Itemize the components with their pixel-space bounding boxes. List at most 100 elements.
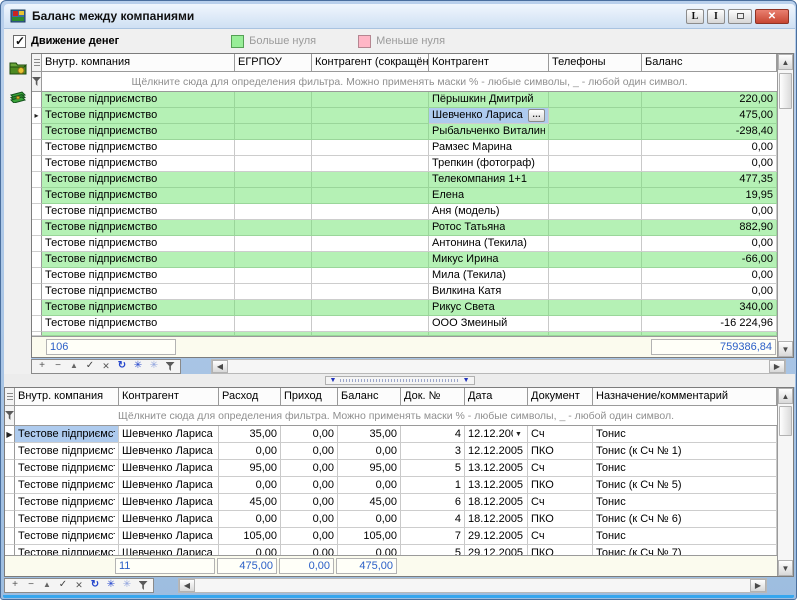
scroll-thumb[interactable] <box>779 73 792 109</box>
cell[interactable]: Антонина (Текила) <box>429 236 549 252</box>
cell[interactable]: Тестове підприємст <box>15 511 119 528</box>
column-header-3[interactable]: Расход <box>219 388 281 406</box>
cell[interactable]: Тестове підприємство <box>42 108 235 124</box>
cell[interactable]: ПКО <box>528 443 593 460</box>
cell[interactable]: Шевченко Лариса <box>119 511 219 528</box>
cell[interactable]: 0,00 <box>219 477 281 494</box>
top-grid-filter-row[interactable]: Щёлкните сюда для определения фильтра. М… <box>32 72 777 92</box>
bookmark-button[interactable] <box>103 579 119 592</box>
cell[interactable] <box>312 220 429 236</box>
grid-splitter[interactable]: ▼ ▼ <box>4 374 795 387</box>
cell[interactable]: Тестове підприємство <box>42 204 235 220</box>
column-header-6[interactable]: Баланс <box>642 54 777 72</box>
cell[interactable] <box>312 124 429 140</box>
column-header-4[interactable]: Контрагент <box>429 54 549 72</box>
cell[interactable]: 220,00 <box>642 92 777 108</box>
append-button[interactable] <box>34 360 50 373</box>
refresh-button[interactable] <box>87 579 103 592</box>
scroll-track[interactable] <box>228 360 769 373</box>
cell[interactable]: -16 224,96 <box>642 316 777 332</box>
cell[interactable]: 7 <box>401 528 465 545</box>
goto-bookmark-button[interactable] <box>119 579 135 592</box>
cell[interactable]: 0,00 <box>338 443 401 460</box>
cell[interactable] <box>312 108 429 124</box>
scroll-track[interactable] <box>195 579 750 592</box>
cell[interactable]: Тонис <box>593 460 777 477</box>
cell[interactable]: 105,00 <box>338 528 401 545</box>
cell[interactable]: Аня (модель) <box>429 204 549 220</box>
cell[interactable]: Тестове підприємство <box>42 140 235 156</box>
scroll-track[interactable] <box>778 70 793 341</box>
cell[interactable]: 0,00 <box>219 545 281 555</box>
cell[interactable]: Елена <box>429 188 549 204</box>
cell[interactable]: 475,00 <box>642 108 777 124</box>
cell[interactable] <box>235 172 312 188</box>
cell[interactable] <box>312 204 429 220</box>
cell[interactable]: 4 <box>401 511 465 528</box>
cell[interactable] <box>549 284 642 300</box>
cell[interactable] <box>235 204 312 220</box>
cell[interactable]: 4 <box>401 426 465 443</box>
cell[interactable]: 35,00 <box>219 426 281 443</box>
cell[interactable]: Тестове підприємство <box>42 300 235 316</box>
bottom-grid-vscrollbar[interactable]: ▲ ▼ <box>777 388 793 576</box>
cell[interactable]: Тонис (к Сч № 1) <box>593 443 777 460</box>
cell[interactable]: 0,00 <box>642 284 777 300</box>
cell[interactable]: ООО Змеиный <box>429 316 549 332</box>
scroll-up-button[interactable]: ▲ <box>778 54 793 70</box>
cell[interactable] <box>312 188 429 204</box>
filter-button[interactable] <box>135 579 151 592</box>
cell[interactable] <box>235 108 312 124</box>
cell[interactable]: Тестове підприємство <box>42 188 235 204</box>
cell[interactable] <box>312 156 429 172</box>
filter-button[interactable] <box>162 360 178 373</box>
column-header-2[interactable]: ЕГРПОУ <box>235 54 312 72</box>
scroll-right-button[interactable]: ▶ <box>750 579 766 592</box>
cell[interactable] <box>312 284 429 300</box>
cell[interactable] <box>235 220 312 236</box>
post-button[interactable] <box>55 579 71 592</box>
cell[interactable]: 0,00 <box>219 511 281 528</box>
cell[interactable]: Тонис <box>593 426 777 443</box>
column-header-8[interactable]: Документ <box>528 388 593 406</box>
cell[interactable]: 18.12.2005 <box>465 494 528 511</box>
splitter-handle[interactable]: ▼ ▼ <box>325 376 475 385</box>
goto-bookmark-button[interactable] <box>146 360 162 373</box>
money-movement-checkbox[interactable] <box>13 35 26 48</box>
cell[interactable]: 0,00 <box>642 268 777 284</box>
cell[interactable]: 5 <box>401 460 465 477</box>
cell[interactable]: 12.12.200▼ <box>465 426 528 443</box>
cell[interactable] <box>312 140 429 156</box>
bookmark-button[interactable] <box>130 360 146 373</box>
append-button[interactable] <box>7 579 23 592</box>
cell[interactable]: Шевченко Лариса <box>119 545 219 555</box>
scroll-down-button[interactable]: ▼ <box>778 560 793 576</box>
column-header-1[interactable]: Внутр. компания <box>15 388 119 406</box>
cell[interactable]: Шевченко Лариса <box>119 477 219 494</box>
cell[interactable]: 13.12.2005 <box>465 477 528 494</box>
cell[interactable]: Рыбальченко Виталина <box>429 124 549 140</box>
cell[interactable]: 0,00 <box>281 494 338 511</box>
cell[interactable]: Тестове підприємст <box>15 426 119 443</box>
cell[interactable] <box>235 188 312 204</box>
cell[interactable]: 0,00 <box>281 426 338 443</box>
cell[interactable] <box>312 252 429 268</box>
cell[interactable] <box>549 220 642 236</box>
cell[interactable]: 0,00 <box>281 545 338 555</box>
cell[interactable]: 882,90 <box>642 220 777 236</box>
cell[interactable] <box>235 124 312 140</box>
cell[interactable]: 0,00 <box>338 511 401 528</box>
cell[interactable]: 0,00 <box>281 460 338 477</box>
cell[interactable]: -298,40 <box>642 124 777 140</box>
column-header-7[interactable]: Дата <box>465 388 528 406</box>
cell[interactable] <box>312 268 429 284</box>
scroll-right-button[interactable]: ▶ <box>769 360 785 373</box>
cell[interactable] <box>235 140 312 156</box>
cell[interactable]: Сч <box>528 460 593 477</box>
restore-button[interactable] <box>728 9 752 24</box>
cell[interactable] <box>549 172 642 188</box>
cell[interactable]: Тестове підприємст <box>15 528 119 545</box>
edit-button[interactable] <box>39 579 55 592</box>
filter-hint[interactable]: Щёлкните сюда для определения фильтра. М… <box>15 410 777 422</box>
cell[interactable]: 29.12.2005 <box>465 545 528 555</box>
